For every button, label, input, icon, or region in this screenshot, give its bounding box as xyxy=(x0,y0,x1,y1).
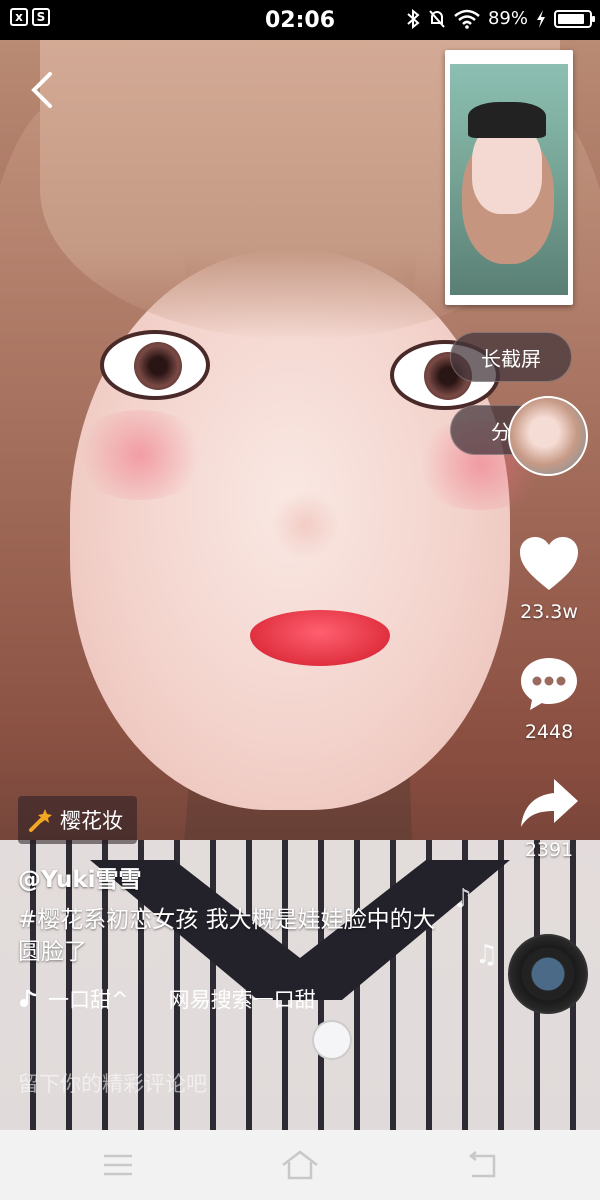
system-nav-bar xyxy=(0,1130,600,1200)
comment-input[interactable]: 留下你的精彩评论吧 xyxy=(18,1068,207,1098)
author-name[interactable]: @Yuki雪雪 xyxy=(18,860,142,894)
effect-label: 樱花妆 xyxy=(60,809,123,833)
music-artist: 网易搜索一口甜 xyxy=(168,988,316,1012)
home-icon[interactable] xyxy=(280,1148,320,1182)
screenshot-thumbnail[interactable] xyxy=(445,50,573,305)
screen: x S 02:06 89% 长截屏 23.3w 2448 2391 樱花妆 @Y… xyxy=(0,0,600,1200)
magic-wand-icon xyxy=(29,809,52,832)
menu-icon[interactable] xyxy=(98,1148,138,1182)
heart-icon xyxy=(520,537,578,590)
floating-note-icon: ♪ xyxy=(455,884,472,914)
back-chevron-icon[interactable] xyxy=(24,68,64,112)
share-arrow-icon xyxy=(521,779,578,827)
music-disc-icon[interactable] xyxy=(508,934,588,1014)
bluetooth-icon xyxy=(407,8,420,29)
video-blush-left xyxy=(70,410,210,500)
comment-button[interactable]: 2448 xyxy=(512,655,586,743)
status-right-icons: 89% xyxy=(406,8,595,29)
music-row[interactable]: 一口甜^ 网易搜索一口甜 xyxy=(18,984,316,1014)
mute-bell-icon xyxy=(429,9,445,28)
charging-icon xyxy=(537,9,545,28)
video-shirt-button xyxy=(312,1020,352,1060)
floating-note-icon: ♫ xyxy=(475,940,499,970)
share-count: 2391 xyxy=(524,839,574,861)
back-icon[interactable] xyxy=(462,1148,502,1182)
music-note-icon xyxy=(20,989,37,1007)
thumbnail-image xyxy=(450,64,568,295)
like-button[interactable]: 23.3w xyxy=(512,535,586,623)
share-button[interactable]: 2391 xyxy=(512,775,586,861)
wifi-icon xyxy=(454,9,480,29)
author-avatar[interactable] xyxy=(508,396,588,476)
battery-icon xyxy=(554,9,595,28)
battery-percent: 89% xyxy=(487,8,528,29)
comment-bubble-icon xyxy=(521,658,577,710)
comment-count: 2448 xyxy=(524,721,574,743)
video-nose xyxy=(270,490,340,560)
long-screenshot-button[interactable]: 长截屏 xyxy=(450,332,572,382)
post-caption[interactable]: #樱花系初恋女孩 我大概是娃娃脸中的大圆脸了 xyxy=(18,904,438,968)
status-bar: x S 02:06 89% xyxy=(0,0,600,40)
video-eye-left xyxy=(100,330,210,400)
effect-tag[interactable]: 樱花妆 xyxy=(18,796,137,844)
music-title: 一口甜^ xyxy=(48,988,129,1012)
like-count: 23.3w xyxy=(520,601,578,623)
